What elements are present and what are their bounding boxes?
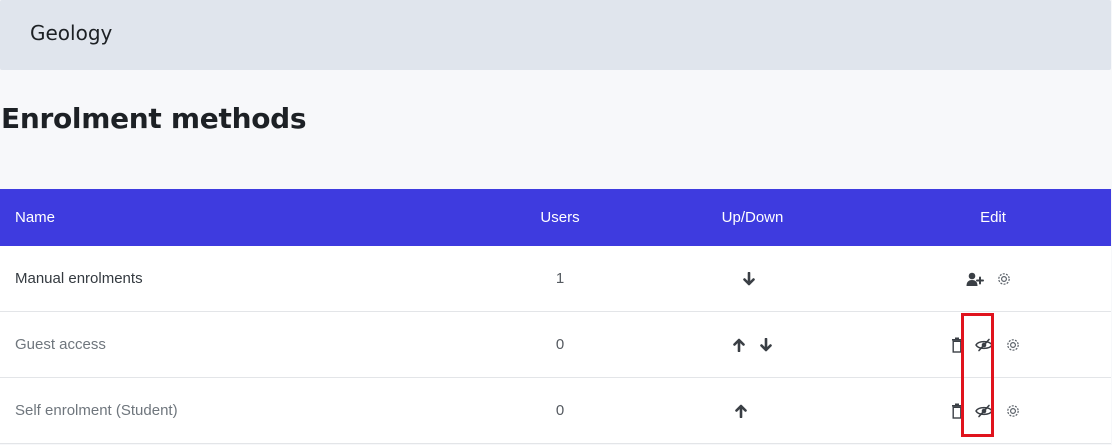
edit-cell (875, 246, 1111, 312)
updown-cell (630, 311, 875, 378)
settings-gear-icon[interactable] (996, 271, 1012, 287)
users-count: 0 (490, 377, 630, 444)
delete-trash-icon[interactable] (951, 403, 963, 419)
edit-cell (875, 311, 1111, 378)
table-header-row: Name Users Up/Down Edit (0, 189, 1111, 246)
delete-trash-icon[interactable] (951, 337, 963, 353)
arrow-up-icon[interactable] (734, 404, 748, 419)
page-title: Enrolment methods (1, 102, 307, 135)
settings-gear-icon[interactable] (1005, 403, 1021, 419)
settings-gear-icon[interactable] (1005, 337, 1021, 353)
method-name: Self enrolment (Student) (0, 377, 490, 444)
updown-cell (630, 246, 875, 312)
arrow-down-icon[interactable] (759, 338, 773, 352)
course-title[interactable]: Geology (30, 21, 112, 45)
column-header-name: Name (15, 209, 56, 226)
method-name: Guest access (0, 311, 490, 378)
users-count: 0 (490, 311, 630, 378)
users-count: 1 (490, 246, 630, 312)
enrol-users-icon[interactable] (966, 272, 984, 287)
breadcrumb-bar: Geology (0, 0, 1111, 70)
column-header-updown: Up/Down (721, 209, 784, 226)
eye-slash-icon[interactable] (975, 404, 993, 418)
column-header-users: Users (540, 209, 580, 226)
column-header-edit: Edit (980, 209, 1006, 226)
table-row: Self enrolment (Student) 0 (0, 377, 1111, 444)
method-name: Manual enrolments (0, 246, 490, 312)
table-row: Guest access 0 (0, 311, 1111, 378)
updown-cell (630, 377, 875, 444)
arrow-up-icon[interactable] (732, 338, 746, 353)
edit-cell (875, 377, 1111, 444)
eye-slash-icon[interactable] (975, 338, 993, 352)
table-row: Manual enrolments 1 (0, 246, 1111, 312)
arrow-down-icon[interactable] (742, 272, 756, 286)
enrolment-methods-table: Name Users Up/Down Edit Manual enrolment… (0, 189, 1111, 444)
